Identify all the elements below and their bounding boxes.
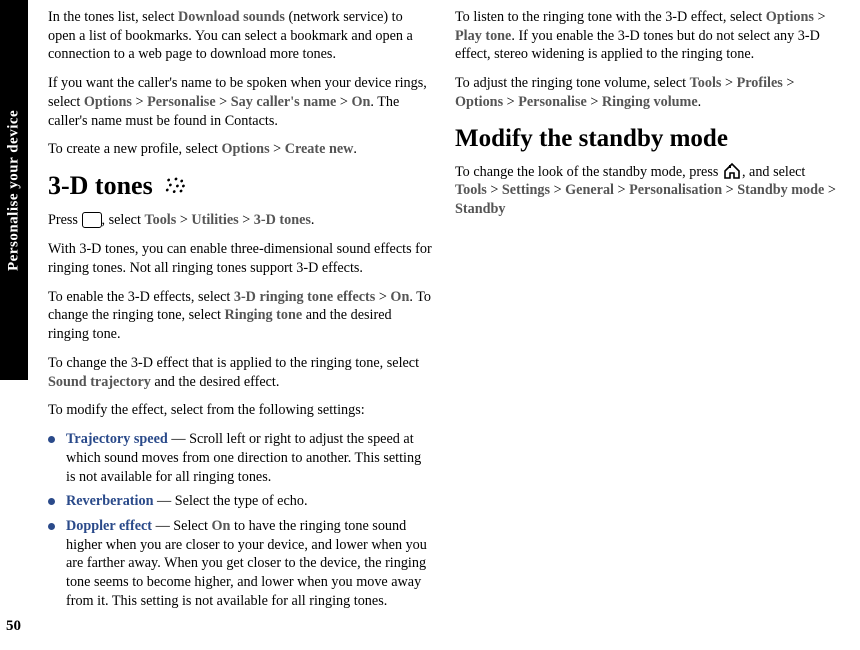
paragraph-standby-mode: To change the look of the standby mode, … [455, 163, 840, 219]
term-options: Options [84, 94, 132, 110]
list-item-trajectory-speed: Trajectory speed — Scroll left or right … [48, 430, 433, 486]
term-options: Options [222, 141, 270, 157]
heading-modify-standby: Modify the standby mode [455, 122, 840, 155]
term-create-new: Create new [285, 141, 354, 157]
paragraph-3d-tones-intro: With 3-D tones, you can enable three-dim… [48, 240, 433, 277]
term-utilities: Utilities [191, 212, 238, 228]
tones-3d-icon [161, 174, 189, 198]
term-tools: Tools [144, 212, 176, 228]
side-tab: Personalise your device [0, 0, 28, 380]
paragraph-press-3d-tones: Press , select Tools > Utilities > 3-D t… [48, 211, 433, 230]
term-options: Options [455, 94, 503, 110]
page-content: In the tones list, select Download sound… [48, 8, 840, 640]
term-on: On [390, 289, 409, 305]
settings-list: Trajectory speed — Scroll left or right … [48, 430, 433, 611]
term-personalisation: Personalisation [629, 182, 722, 198]
term-profiles: Profiles [737, 75, 783, 91]
term-ringing-tone: Ringing tone [225, 307, 303, 323]
term-play-tone: Play tone [455, 28, 511, 44]
term-personalise: Personalise [147, 94, 216, 110]
term-3d-ringing-tone-effects: 3-D ringing tone effects [234, 289, 375, 305]
term-personalise: Personalise [518, 94, 587, 110]
term-general: General [565, 182, 614, 198]
page-number: 50 [6, 618, 21, 635]
paragraph-create-profile: To create a new profile, select Options … [48, 140, 433, 159]
list-item-reverberation: Reverberation — Select the type of echo. [48, 492, 433, 511]
term-settings: Settings [502, 182, 550, 198]
term-ringing-volume: Ringing volume [602, 94, 698, 110]
paragraph-ringing-volume: To adjust the ringing tone volume, selec… [455, 74, 840, 111]
paragraph-modify-effect: To modify the effect, select from the fo… [48, 401, 433, 420]
term-download-sounds: Download sounds [178, 9, 285, 25]
term-3d-tones: 3-D tones [254, 212, 311, 228]
term-trajectory-speed: Trajectory speed [66, 431, 168, 447]
term-standby: Standby [455, 201, 505, 217]
term-say-callers-name: Say caller's name [231, 94, 337, 110]
paragraph-play-tone: To listen to the ringing tone with the 3… [455, 8, 840, 64]
heading-3d-tones: 3-D tones [48, 169, 433, 203]
term-on: On [351, 94, 370, 110]
list-item-doppler-effect: Doppler effect — Select On to have the r… [48, 517, 433, 611]
term-doppler-effect: Doppler effect [66, 518, 152, 534]
term-on: On [212, 518, 231, 534]
paragraph-sound-trajectory: To change the 3-D effect that is applied… [48, 354, 433, 391]
term-standby-mode: Standby mode [737, 182, 824, 198]
paragraph-say-callers-name: If you want the caller's name to be spok… [48, 74, 433, 130]
term-sound-trajectory: Sound trajectory [48, 374, 151, 390]
term-tools: Tools [690, 75, 722, 91]
key-icon [82, 212, 102, 228]
paragraph-download-sounds: In the tones list, select Download sound… [48, 8, 433, 64]
home-key-icon [722, 162, 742, 180]
paragraph-enable-3d: To enable the 3-D effects, select 3-D ri… [48, 288, 433, 344]
term-tools: Tools [455, 182, 487, 198]
term-options: Options [766, 9, 814, 25]
term-reverberation: Reverberation [66, 493, 153, 509]
